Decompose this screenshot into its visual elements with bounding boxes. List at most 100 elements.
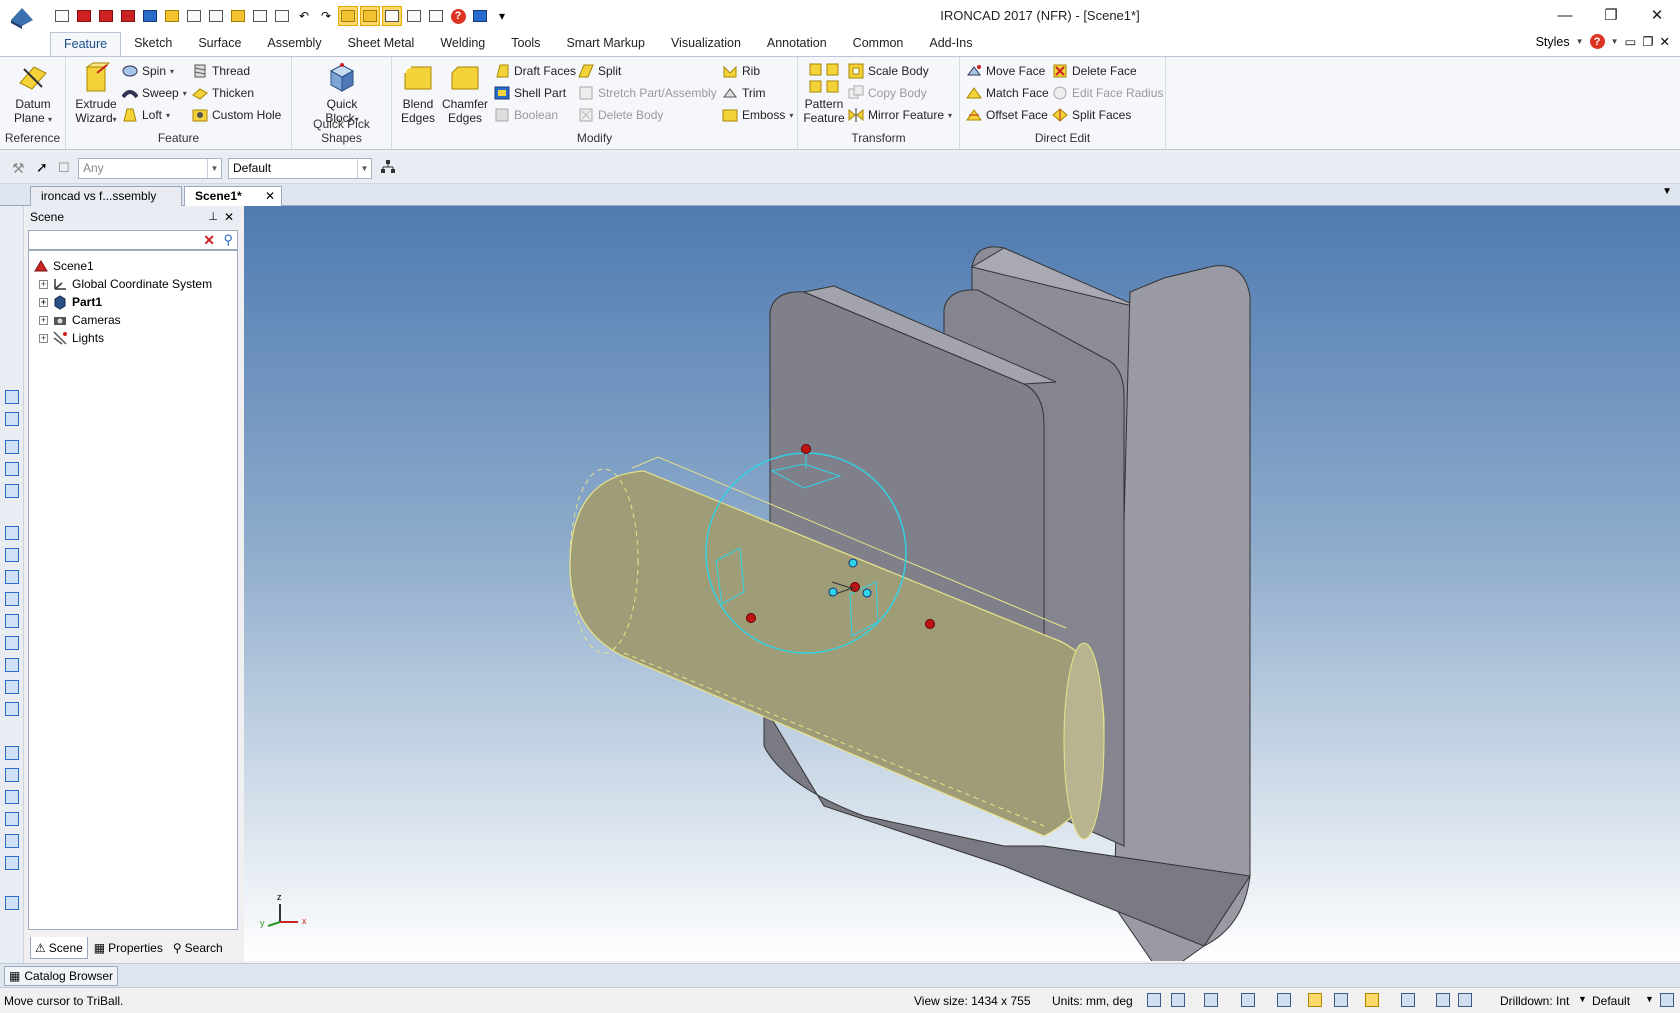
chamfer-edges-button[interactable]: Chamfer Edges — [440, 61, 490, 125]
clear-filter-icon[interactable]: ✕ — [203, 232, 215, 249]
tools-icon[interactable] — [1436, 993, 1450, 1007]
redo-icon[interactable]: ↷ — [316, 6, 336, 26]
annotation-icon[interactable] — [5, 896, 19, 910]
standard-view-icon[interactable] — [1241, 993, 1255, 1007]
tree-filter-input[interactable]: ✕ ⚲ — [28, 230, 238, 250]
expand-icon[interactable]: + — [39, 297, 48, 307]
extrude-wizard-button[interactable]: Extrude Wizard▾ — [70, 61, 122, 127]
shape-block-icon[interactable] — [5, 526, 19, 540]
delete-body-button[interactable]: Delete Body — [578, 105, 663, 125]
ribbon-close-icon[interactable]: ✕ — [1660, 34, 1670, 49]
tab-welding[interactable]: Welding — [427, 32, 498, 56]
render-mode-icon[interactable] — [1308, 993, 1322, 1007]
tab-annotation[interactable]: Annotation — [754, 32, 840, 56]
copy-body-button[interactable]: Copy Body — [848, 83, 927, 103]
triball-icon[interactable] — [338, 6, 358, 26]
zoom-window-icon[interactable] — [1171, 993, 1185, 1007]
learning-icon[interactable] — [470, 6, 490, 26]
shape-polygon-icon[interactable] — [5, 702, 19, 716]
shell-part-button[interactable]: Shell Part — [494, 83, 566, 103]
offset-face-button[interactable]: Offset Face — [966, 105, 1048, 125]
pattern-feature-button[interactable]: Pattern Feature — [802, 61, 846, 125]
tab-sheet-metal[interactable]: Sheet Metal — [335, 32, 428, 56]
select-filter-icon[interactable]: ☐ — [58, 160, 70, 176]
scale-body-button[interactable]: Scale Body — [848, 61, 929, 81]
mirror-feature-button[interactable]: Mirror Feature ▾ — [848, 105, 952, 125]
no-icon[interactable] — [5, 856, 19, 870]
draft-faces-button[interactable]: Draft Faces — [494, 61, 576, 81]
tree-item-lights[interactable]: + Lights — [39, 329, 104, 347]
expand-icon[interactable]: + — [39, 279, 48, 289]
tab-visualization[interactable]: Visualization — [658, 32, 754, 56]
glasses-icon[interactable] — [1334, 993, 1348, 1007]
view-front-icon[interactable] — [5, 390, 19, 404]
tree-item-part1[interactable]: + Part1 — [39, 293, 102, 311]
split-button[interactable]: Split — [578, 61, 621, 81]
settings-icon[interactable] — [250, 6, 270, 26]
tab-assembly[interactable]: Assembly — [254, 32, 334, 56]
drilldown-chevron-down-icon[interactable]: ▼ — [1578, 994, 1587, 1004]
shape-hole-icon[interactable] — [5, 658, 19, 672]
match-face-button[interactable]: Match Face — [966, 83, 1049, 103]
print-icon[interactable] — [228, 6, 248, 26]
rib-button[interactable]: Rib — [722, 61, 760, 81]
measure-icon[interactable] — [5, 746, 19, 760]
boolean-button[interactable]: Boolean — [494, 105, 558, 125]
status-settings-icon[interactable] — [1660, 993, 1674, 1007]
zoom-icon[interactable] — [1147, 993, 1161, 1007]
save-as-icon[interactable] — [206, 6, 226, 26]
view-back-icon[interactable] — [5, 412, 19, 426]
catalog-browser-button[interactable]: ▦ Catalog Browser — [4, 966, 119, 986]
ribbon-minimize-icon[interactable]: ▭ — [1624, 34, 1636, 49]
ribbon-help-icon[interactable]: ? — [1589, 34, 1605, 49]
selection-filter-chevron-down-icon[interactable]: ▼ — [207, 159, 221, 178]
select-assembly-icon[interactable]: ⚒ — [12, 160, 25, 177]
undo-icon[interactable]: ↶ — [294, 6, 314, 26]
view-right-icon[interactable] — [5, 462, 19, 476]
angle-icon[interactable] — [5, 812, 19, 826]
stretch-part-assembly-button[interactable]: Stretch Part/Assembly — [578, 83, 717, 103]
style-chevron-down-icon[interactable]: ▼ — [357, 159, 371, 178]
selection-filter-combo[interactable]: Any ▼ — [78, 158, 222, 179]
selection-mode-icon[interactable] — [382, 6, 402, 26]
style-combo[interactable]: Default ▼ — [228, 158, 372, 179]
new-template-icon[interactable] — [118, 6, 138, 26]
minimize-icon[interactable]: — — [1542, 0, 1588, 30]
view-left-icon[interactable] — [5, 440, 19, 454]
style-readout[interactable]: Default — [1592, 994, 1630, 1008]
tab-search[interactable]: ⚲ Search — [169, 937, 227, 959]
cursor-icon[interactable] — [1458, 993, 1472, 1007]
select-pointer-icon[interactable]: ➚ — [36, 159, 48, 176]
new-part-icon[interactable] — [74, 6, 94, 26]
cut-icon[interactable] — [272, 6, 292, 26]
restore-icon[interactable]: ❐ — [1588, 0, 1634, 30]
styles-chevron-down-icon[interactable]: ▼ — [1576, 37, 1584, 46]
new-icon[interactable] — [52, 6, 72, 26]
save-icon[interactable] — [184, 6, 204, 26]
expand-icon[interactable]: + — [39, 333, 48, 343]
tab-smart-markup[interactable]: Smart Markup — [553, 32, 658, 56]
3d-viewport[interactable]: z x y — [244, 206, 1680, 961]
hierarchy-icon[interactable] — [380, 159, 396, 175]
doc-tab-assembly[interactable]: ironcad vs f...ssembly — [30, 186, 182, 206]
tab-properties[interactable]: ▦ Properties — [90, 937, 167, 959]
tree-item-global-coordinate-system[interactable]: + Global Coordinate System — [39, 275, 212, 293]
circle-icon[interactable] — [5, 834, 19, 848]
datum-plane-button[interactable]: Datum Plane ▾ — [10, 61, 56, 127]
edit-face-radius-button[interactable]: Edit Face Radius — [1052, 83, 1163, 103]
doc-tab-scene1[interactable]: Scene1* ✕ — [184, 186, 282, 206]
tree-item-cameras[interactable]: + Cameras — [39, 311, 121, 329]
new-drawing-icon[interactable] — [96, 6, 116, 26]
shape-cone-icon[interactable] — [5, 592, 19, 606]
split-faces-button[interactable]: Split Faces — [1052, 105, 1131, 125]
trim-button[interactable]: Trim — [722, 83, 766, 103]
panel-close-icon[interactable]: ✕ — [224, 206, 234, 228]
shape-cylinder-icon[interactable] — [5, 548, 19, 562]
drilldown-readout[interactable]: Drilldown: Int — [1500, 994, 1569, 1008]
ironcad-logo-icon[interactable] — [8, 2, 36, 30]
emboss-button[interactable]: Emboss ▾ — [722, 105, 793, 125]
tab-feature[interactable]: Feature — [50, 32, 122, 56]
expand-icon[interactable]: + — [39, 315, 48, 325]
thicken-button[interactable]: Thicken — [192, 83, 254, 103]
close-icon[interactable]: ✕ — [1634, 0, 1680, 30]
